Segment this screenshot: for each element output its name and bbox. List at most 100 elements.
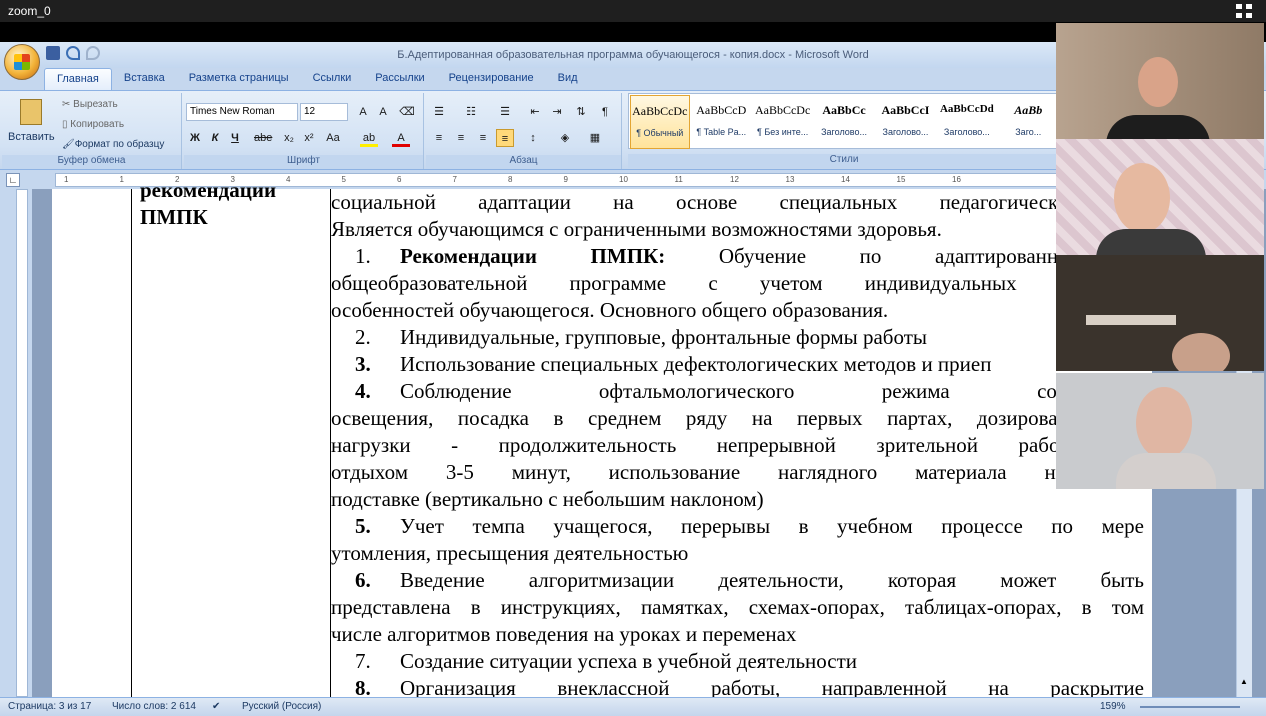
numbering-icon[interactable]: ☷ <box>462 103 480 121</box>
list-number: 5. <box>355 514 371 538</box>
zoom-level[interactable]: 159% <box>1100 701 1126 712</box>
style-heading-4[interactable]: AaBb Заго... <box>999 95 1058 149</box>
line-spacing-icon[interactable]: ↕ <box>524 129 542 147</box>
decrease-indent-icon[interactable]: ⇤ <box>526 103 544 121</box>
tab-review[interactable]: Рецензирование <box>437 68 546 90</box>
tab-home[interactable]: Главная <box>44 68 112 90</box>
ruler-number: 15 <box>896 175 906 184</box>
font-size-select[interactable]: 12 <box>300 103 348 121</box>
document-line: подставке (вертикально с небольшим накло… <box>331 486 1144 513</box>
brush-icon: 🖌 <box>62 139 75 150</box>
copy-button[interactable]: ▯ Копировать <box>62 119 124 130</box>
document-line: утомления, пресыщения деятельностью <box>331 540 1144 567</box>
spelling-icon[interactable]: ✔ <box>212 701 220 712</box>
borders-icon[interactable]: ▦ <box>586 129 604 147</box>
sort-icon[interactable]: ⇅ <box>572 103 590 121</box>
text-run: Является обучающимся с ограниченными воз… <box>331 217 942 241</box>
table-cell-content[interactable]: социальной адаптации на основе специальн… <box>331 189 1144 697</box>
justify-icon[interactable]: ≡ <box>496 129 514 147</box>
increase-indent-icon[interactable]: ⇥ <box>548 103 566 121</box>
ruler-number: 1 <box>119 175 124 184</box>
document-line: социальной адаптации на основе специальн… <box>331 189 1144 216</box>
styles-group-label: Стили <box>628 154 1060 168</box>
document-line: 7. Создание ситуации успеха в учебной дея… <box>331 648 1144 675</box>
word-count[interactable]: Число слов: 2 614 <box>112 701 196 712</box>
undo-icon[interactable] <box>66 46 80 60</box>
ruler-number: 7 <box>452 175 457 184</box>
tab-page-layout[interactable]: Разметка страницы <box>177 68 301 90</box>
text-run: Создание ситуации успеха в учебной деяте… <box>400 649 858 673</box>
change-case-icon[interactable]: Aa <box>324 129 342 147</box>
underline-icon[interactable]: Ч <box>226 129 244 147</box>
shrink-font-icon[interactable]: A <box>374 103 392 121</box>
paste-button[interactable]: Вставить <box>8 95 55 151</box>
text-run: социальной адаптации на основе специальн… <box>331 190 1144 214</box>
document-line: числе алгоритмов поведения на уроках и п… <box>331 621 1144 648</box>
strikethrough-icon[interactable]: abe <box>254 129 272 147</box>
style-normal[interactable]: AaBbCcDc ¶ Обычный <box>630 95 690 149</box>
multilevel-list-icon[interactable]: ☰ <box>496 103 514 121</box>
style-table-paragraph[interactable]: AaBbCcD ¶ Table Pa... <box>692 95 751 149</box>
ruler-number: 12 <box>730 175 739 184</box>
text-run: отдыхом 3-5 минут, использование наглядн… <box>331 460 1144 484</box>
highlight-icon[interactable]: ab <box>360 129 378 147</box>
italic-icon[interactable]: К <box>206 129 224 147</box>
copy-label: Копировать <box>70 119 125 130</box>
tab-selector-icon[interactable]: ∟ <box>6 173 20 187</box>
video-tile-4[interactable] <box>1056 373 1264 489</box>
text-run: особенностей обучающегося. Основного общ… <box>331 298 889 322</box>
ruler-number: 16 <box>952 175 961 184</box>
tab-view[interactable]: Вид <box>546 68 590 90</box>
text-run: утомления, пресыщения деятельностью <box>331 541 689 565</box>
superscript-icon[interactable]: x² <box>300 129 318 147</box>
cut-button[interactable]: ✂ Вырезать <box>62 99 118 110</box>
redo-icon[interactable] <box>86 46 100 60</box>
document-line: 2. Индивидуальные, групповые, фронтальные… <box>331 324 1144 351</box>
shading-icon[interactable]: ◈ <box>556 129 574 147</box>
style-label: ¶ Table Pa... <box>696 127 747 137</box>
ribbon-tabs: Главная Вставка Разметка страницы Ссылки… <box>44 68 590 90</box>
style-no-spacing[interactable]: AaBbCcDc ¶ Без инте... <box>753 95 812 149</box>
tab-mailings[interactable]: Рассылки <box>363 68 436 90</box>
align-center-icon[interactable]: ≡ <box>452 129 470 147</box>
grow-font-icon[interactable]: A <box>354 103 372 121</box>
ruler-number: 13 <box>785 175 795 184</box>
video-tile-2[interactable] <box>1056 139 1264 255</box>
document-title: Б.Адептированная образовательная програм… <box>397 49 869 61</box>
list-number: 8. <box>355 676 371 697</box>
cut-label: Вырезать <box>73 99 118 110</box>
exit-fullscreen-icon[interactable] <box>1236 4 1252 18</box>
language[interactable]: Русский (Россия) <box>242 701 321 712</box>
align-right-icon[interactable]: ≡ <box>474 129 492 147</box>
text-run: Соблюдение офтальмологического режима со… <box>400 379 1144 403</box>
bullets-icon[interactable]: ☰ <box>430 103 448 121</box>
style-label: ¶ Без инте... <box>757 127 809 137</box>
subscript-icon[interactable]: x₂ <box>280 129 298 147</box>
video-tile-1[interactable] <box>1056 23 1264 139</box>
video-tile-3[interactable] <box>1056 255 1264 371</box>
style-label: ¶ Обычный <box>636 128 684 138</box>
clear-format-icon[interactable]: ⌫ <box>398 103 416 121</box>
style-heading-1[interactable]: AaBbCc Заголово... <box>814 95 873 149</box>
document-page[interactable]: рекомендации ПМПК социальной адаптации н… <box>52 178 1152 697</box>
style-heading-3[interactable]: AaBbCcDd Заголово... <box>937 95 996 149</box>
tab-insert[interactable]: Вставка <box>112 68 177 90</box>
office-button[interactable] <box>4 44 40 80</box>
list-number: 1. <box>355 244 371 268</box>
style-preview: AaBbCc <box>822 103 866 117</box>
text-run: общеобразовательной программе с учетом и… <box>331 271 1144 295</box>
cell-heading-line-1: рекомендации <box>140 178 277 202</box>
style-heading-2[interactable]: AaBbCcI Заголово... <box>876 95 935 149</box>
align-left-icon[interactable]: ≡ <box>430 129 448 147</box>
tab-references[interactable]: Ссылки <box>301 68 364 90</box>
font-color-icon[interactable]: A <box>392 129 410 147</box>
format-painter-button[interactable]: 🖌Формат по образцу <box>62 139 164 150</box>
scroll-up-icon[interactable]: ▲ <box>1240 677 1248 686</box>
show-marks-icon[interactable]: ¶ <box>596 103 614 121</box>
save-icon[interactable] <box>46 46 60 60</box>
zoom-slider[interactable] <box>1140 706 1240 708</box>
font-name-select[interactable]: Times New Roman <box>186 103 298 121</box>
text-run: представлена в инструкциях, памятках, сх… <box>331 595 1144 619</box>
bold-icon[interactable]: Ж <box>186 129 204 147</box>
page-count[interactable]: Страница: 3 из 17 <box>8 701 91 712</box>
